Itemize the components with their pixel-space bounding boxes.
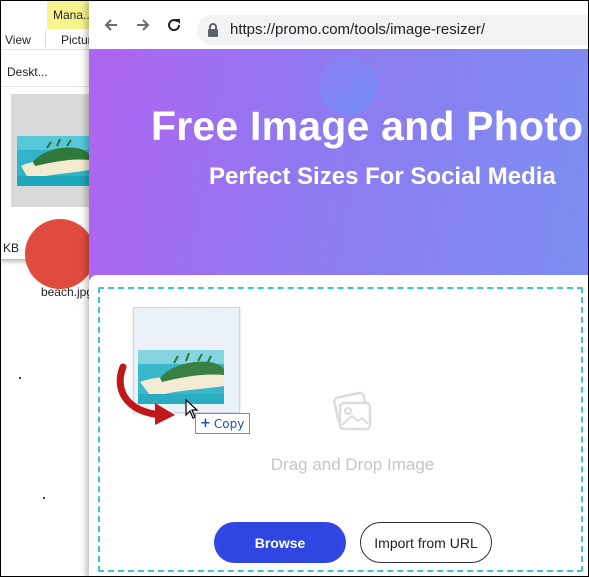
reload-button[interactable] <box>164 15 184 35</box>
screen: Mana... View Pictur Deskt... beach.jpg K… <box>0 0 589 577</box>
explorer-ribbon: Mana... View Pictur <box>1 1 101 50</box>
drag-arrow-icon <box>116 363 175 425</box>
hero-banner: Free Image and Photo Perfect Sizes For S… <box>89 49 588 281</box>
red-file-icon <box>25 219 95 289</box>
beach-thumbnail <box>17 136 89 186</box>
explorer-address-bar[interactable]: Deskt... <box>1 58 101 87</box>
forward-button[interactable] <box>133 15 153 35</box>
browser-window: https://promo.com/tools/image-resizer/ F… <box>89 1 588 576</box>
screen-speck <box>43 497 45 499</box>
page-title: Free Image and Photo <box>151 103 584 149</box>
manage-tab[interactable]: Mana... <box>47 1 95 29</box>
file-item-beach[interactable]: beach.jpg <box>11 94 93 299</box>
picture-tools-tab[interactable]: Pictur <box>61 33 92 47</box>
screen-speck <box>19 377 21 379</box>
file-size-label: KB <box>3 241 20 255</box>
browse-button[interactable]: Browse <box>214 522 346 563</box>
arrow-left-icon <box>104 19 117 31</box>
plus-icon: + <box>200 416 211 431</box>
arrow-right-icon <box>137 19 150 31</box>
ribbon-divider <box>45 29 46 47</box>
image-placeholder-icon <box>333 391 372 431</box>
url-text: https://promo.com/tools/image-resizer/ <box>230 21 486 38</box>
page-subtitle: Perfect Sizes For Social Media <box>209 163 556 190</box>
reload-icon <box>168 19 181 32</box>
import-url-button[interactable]: Import from URL <box>360 522 492 563</box>
file-explorer-window: Mana... View Pictur Deskt... beach.jpg K… <box>1 1 102 299</box>
drop-hint-text: Drag and Drop Image <box>270 455 435 474</box>
view-tab[interactable]: View <box>5 33 31 47</box>
address-bar[interactable]: https://promo.com/tools/image-resizer/ <box>197 15 588 45</box>
back-button[interactable] <box>101 15 121 35</box>
browser-toolbar: https://promo.com/tools/image-resizer/ <box>89 1 588 50</box>
lock-icon <box>208 23 218 37</box>
copy-label: Copy <box>213 416 245 431</box>
copy-drag-tooltip: + Copy <box>195 413 251 434</box>
address-text: Deskt... <box>7 65 48 79</box>
